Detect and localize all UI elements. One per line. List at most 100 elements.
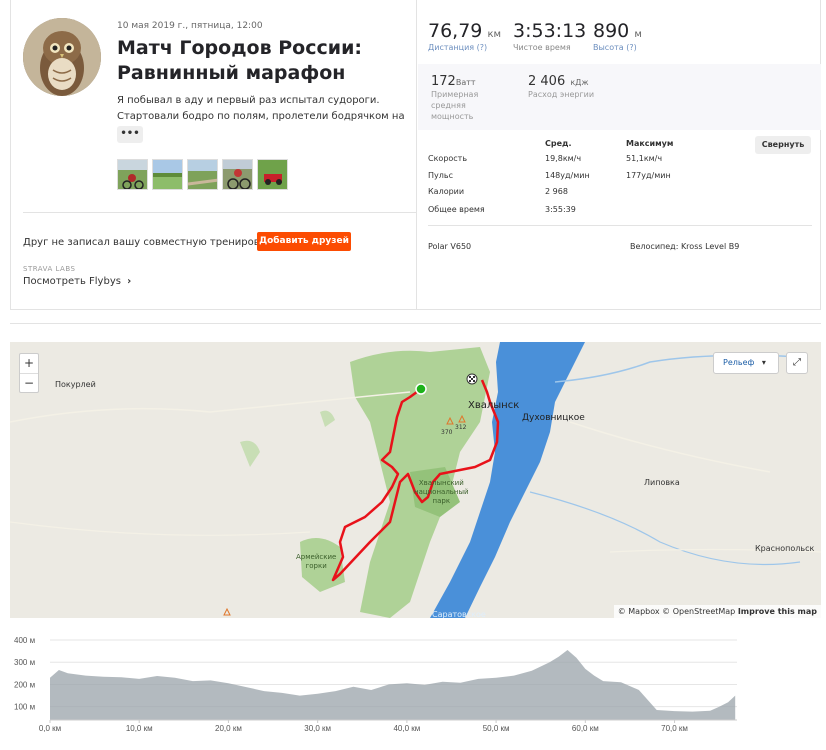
row-label: Калории: [428, 187, 465, 196]
flyby-link[interactable]: Посмотреть Flybys ›: [23, 276, 131, 287]
x-tick-label: 40,0 км: [393, 724, 420, 733]
chevron-down-icon: ▾: [761, 358, 766, 367]
activity-summary: 10 мая 2019 г., пятница, 12:00 Матч Горо…: [11, 0, 417, 310]
power-label-3: мощность: [431, 112, 474, 121]
route-map[interactable]: Покурлей Хвалынск Духовницкое Липовка Кр…: [10, 342, 821, 618]
avatar[interactable]: [23, 18, 101, 96]
energy-label: Расход энергии: [528, 90, 595, 99]
stat-power: 172Ватт Примерная средняя мощность: [431, 70, 478, 122]
distance-unit: км: [487, 29, 502, 40]
park-label-line: Хвалынский: [418, 479, 464, 487]
friend-prompt: Друг не записал вашу совместную трениров…: [23, 237, 277, 248]
column-max: Максимум: [626, 139, 674, 148]
energy-value: 2 406: [528, 74, 566, 89]
title-line-2: Равнинный марафон: [117, 62, 346, 84]
zoom-in-button[interactable]: +: [20, 354, 38, 373]
flyby-link-label: Посмотреть Flybys: [23, 276, 121, 287]
stat-energy: 2 406 кДж Расход энергии: [528, 70, 594, 100]
improve-map-link[interactable]: Improve this map: [738, 607, 817, 616]
zoom-control: + −: [19, 353, 39, 393]
row-avg: 19,8км/ч: [545, 154, 582, 163]
row-avg: 148уд/мин: [545, 171, 590, 180]
row-avg: 2 968: [545, 187, 568, 196]
power-label-2: средняя: [431, 101, 466, 110]
elevation-unit: м: [634, 29, 642, 40]
stat-moving-time: 3:53:13 Чистое время: [513, 20, 586, 52]
stat-distance: 76,79 км Дистанция (?): [428, 20, 501, 52]
row-max: 177уд/мин: [626, 171, 671, 180]
park-label: Армейские горки: [296, 553, 336, 571]
description-line-1: Я побывал в аду и первый раз испытал суд…: [117, 95, 380, 106]
collapse-button[interactable]: Свернуть: [755, 136, 811, 154]
x-tick-label: 60,0 км: [572, 724, 599, 733]
strava-labs-label: STRAVA LABS: [23, 265, 76, 273]
photo-thumbnail[interactable]: [117, 159, 148, 190]
place-label: Краснопольск: [755, 544, 815, 553]
title-line-1: Матч Городов России:: [117, 37, 362, 59]
y-tick-label: 200 м: [14, 680, 35, 689]
place-label: Духовницкое: [522, 413, 585, 423]
park-label-line: Армейские: [296, 553, 337, 561]
park-label-line: парк: [432, 497, 451, 505]
row-label: Общее время: [428, 205, 485, 214]
fullscreen-icon: ⤢: [793, 357, 801, 368]
energy-unit: кДж: [570, 78, 589, 87]
x-tick-label: 0,0 км: [39, 724, 61, 733]
show-more-button[interactable]: •••: [117, 126, 143, 143]
elevation-label[interactable]: Высота (?): [593, 43, 642, 52]
bike-name[interactable]: Велосипед: Kross Level B9: [630, 242, 739, 251]
mapbox-link[interactable]: © Mapbox: [618, 607, 660, 616]
peak-label: 370: [441, 429, 453, 436]
section-divider: [10, 323, 821, 324]
activity-title[interactable]: Матч Городов России: Равнинный марафон: [117, 36, 407, 86]
fullscreen-button[interactable]: ⤢: [786, 352, 808, 374]
moving-time-value: 3:53:13: [513, 20, 587, 42]
activity-page: 10 мая 2019 г., пятница, 12:00 Матч Горо…: [0, 0, 826, 750]
elevation-chart-canvas: 400 м 300 м 200 м 100 м 0,0 км 10,0 км 20,0 км…: [14, 636, 737, 733]
place-label: Липовка: [644, 478, 680, 487]
elevation-value: 890: [593, 20, 630, 42]
photo-thumbnail[interactable]: [187, 159, 218, 190]
elevation-area[interactable]: [50, 650, 736, 720]
photo-thumbnail[interactable]: [222, 159, 253, 190]
elevation-chart[interactable]: 400 м 300 м 200 м 100 м 0,0 км 10,0 км 20,0 км…: [10, 624, 821, 750]
distance-value: 76,79: [428, 20, 483, 42]
moving-time-label: Чистое время: [513, 43, 571, 52]
photo-thumbnail[interactable]: [257, 159, 288, 190]
x-tick-label: 20,0 км: [215, 724, 242, 733]
x-tick-label: 10,0 км: [126, 724, 153, 733]
add-friends-button[interactable]: Добавить друзей: [257, 232, 351, 251]
secondary-stats: 172Ватт Примерная средняя мощность 2 406…: [418, 64, 821, 130]
activity-card: 10 мая 2019 г., пятница, 12:00 Матч Горо…: [10, 0, 821, 310]
power-label-1: Примерная: [431, 90, 479, 99]
column-avg: Сред.: [545, 139, 572, 148]
distance-label[interactable]: Дистанция (?): [428, 43, 501, 52]
row-label: Пульс: [428, 171, 453, 180]
x-tick-label: 50,0 км: [483, 724, 510, 733]
power-value: 172: [431, 74, 456, 89]
description-line-2: Стартовали бодро по полям, пролетели бод…: [117, 111, 405, 122]
activity-description: Я побывал в аду и первый раз испытал суд…: [117, 93, 407, 125]
power-unit: Ватт: [455, 78, 476, 87]
start-marker: [415, 383, 427, 395]
device-name: Polar V650: [428, 242, 472, 251]
photo-thumbnail[interactable]: [152, 159, 183, 190]
divider: [428, 225, 812, 226]
photo-thumbnails: [117, 159, 288, 190]
map-layer-dropdown[interactable]: Рельеф ▾: [713, 352, 779, 374]
osm-link[interactable]: © OpenStreetMap: [662, 607, 735, 616]
park-label-line: горки: [305, 562, 327, 570]
x-tick-label: 70,0 км: [661, 724, 688, 733]
x-tick-label: 30,0 км: [304, 724, 331, 733]
activity-stats: 76,79 км Дистанция (?) 3:53:13 Чистое вр…: [418, 0, 821, 310]
park-label-line: национальный: [414, 488, 469, 496]
owl-photo: [23, 18, 101, 96]
map-layer-label: Рельеф: [723, 358, 755, 367]
stat-elevation: 890 м Высота (?): [593, 20, 642, 52]
row-label: Скорость: [428, 154, 468, 163]
y-tick-label: 100 м: [14, 703, 35, 712]
y-tick-label: 400 м: [14, 636, 35, 645]
place-label: Покурлей: [55, 380, 96, 389]
zoom-out-button[interactable]: −: [20, 373, 38, 392]
row-avg: 3:55:39: [545, 205, 576, 214]
